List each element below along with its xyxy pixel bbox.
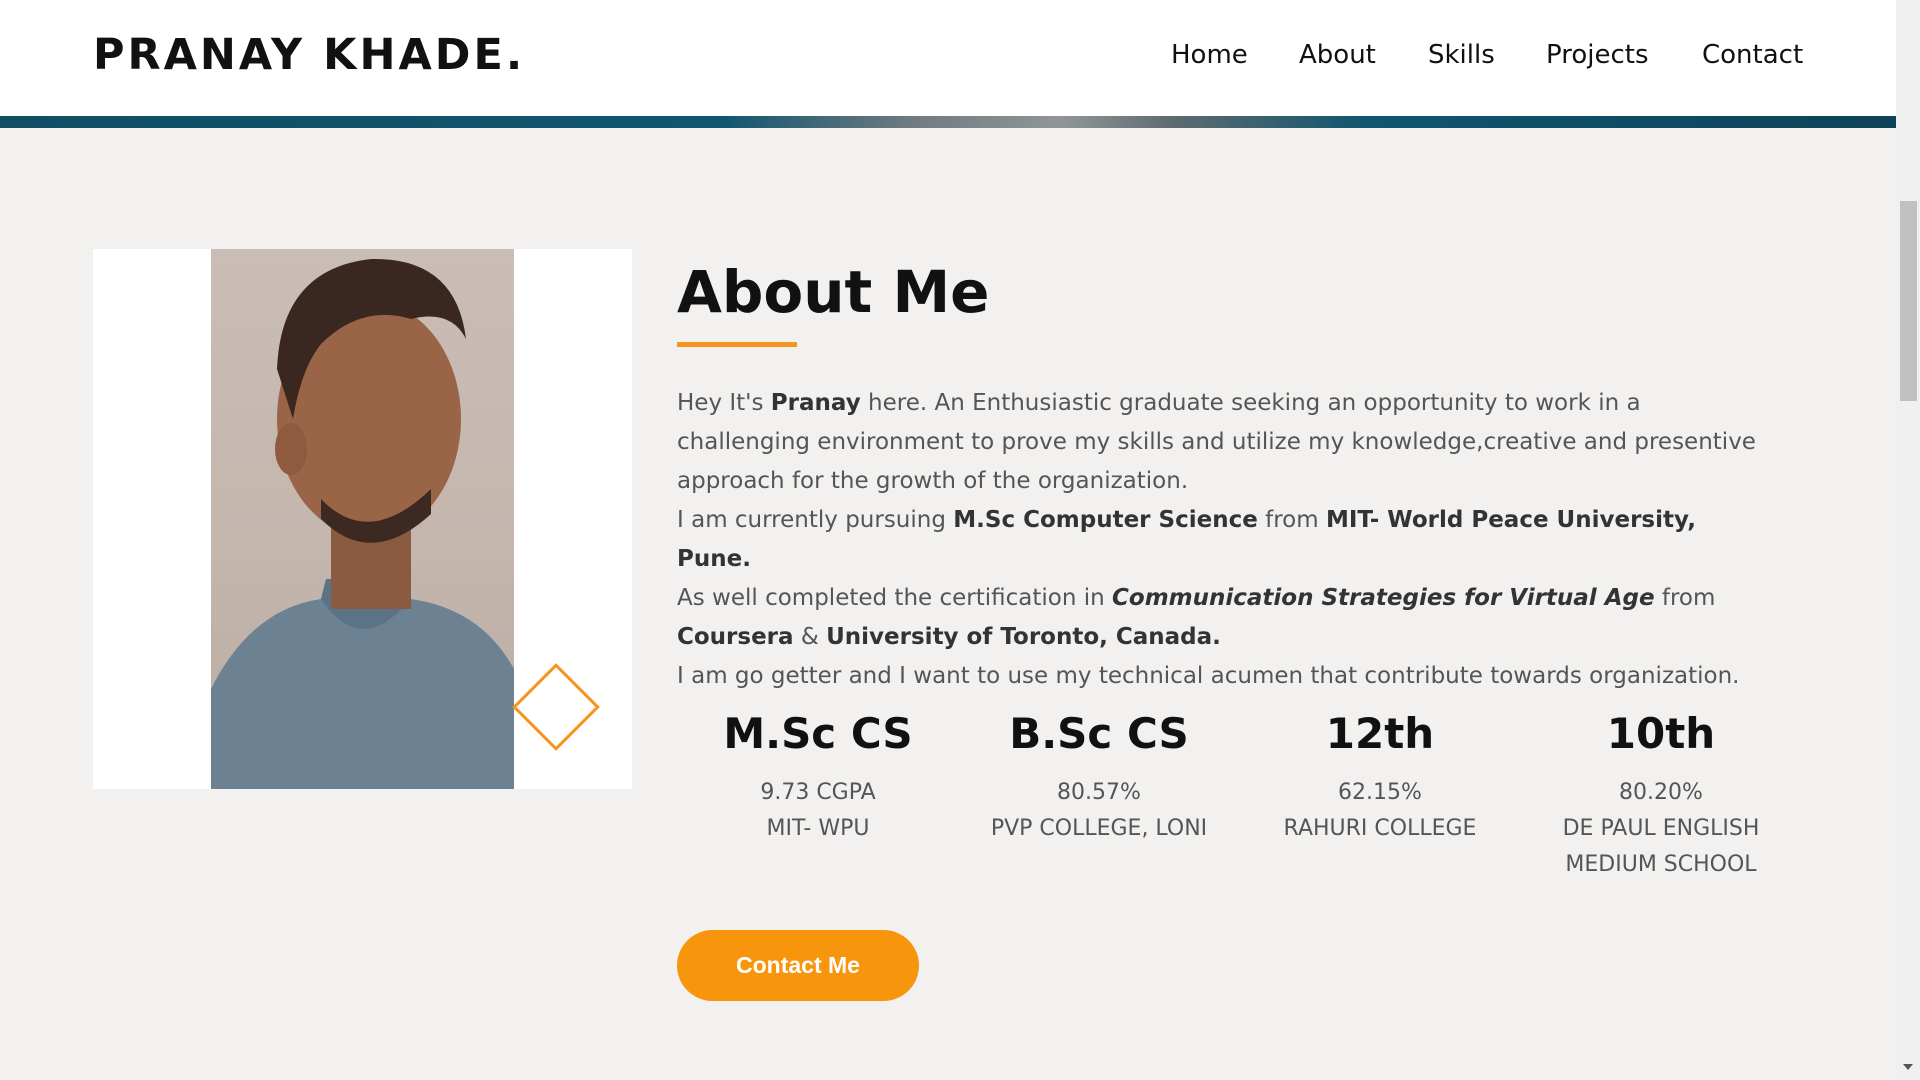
profile-photo xyxy=(211,249,514,789)
stat-10th: 10th 80.20% DE PAUL ENGLISH MEDIUM SCHOO… xyxy=(1531,705,1791,883)
cert-text: As well completed the certification in xyxy=(677,585,1113,611)
site-header: PRANAY KHADE. Home About Skills Projects… xyxy=(0,0,1896,116)
stat-score: 9.73 CGPA xyxy=(760,780,876,805)
stat-bsc: B.Sc CS 80.57% PVP COLLEGE, LONI xyxy=(969,705,1229,847)
cert-from-text: from xyxy=(1654,585,1716,611)
stat-title: B.Sc CS xyxy=(1009,709,1189,758)
stat-score: 80.20% xyxy=(1619,780,1703,805)
course-highlight: Communication Strategies for Virtual Age xyxy=(1112,585,1655,611)
page-title: About Me xyxy=(677,258,990,326)
closing-paragraph: I am go getter and I want to use my tech… xyxy=(677,663,1740,689)
intro-paragraph: Hey It's Pranay here. An Enthusiastic gr… xyxy=(677,384,1777,501)
title-underline xyxy=(677,342,797,347)
stat-score: 80.57% xyxy=(1057,780,1141,805)
stat-title: 12th xyxy=(1325,709,1435,758)
scrollbar-thumb[interactable] xyxy=(1900,201,1917,401)
pursuing-text: I am currently pursuing xyxy=(677,507,954,533)
stat-place: RAHURI COLLEGE xyxy=(1283,816,1477,841)
contact-me-button[interactable]: Contact Me xyxy=(677,930,919,1001)
hero-banner-edge xyxy=(0,116,1896,128)
decorative-diamond-icon xyxy=(512,663,600,751)
stat-12th: 12th 62.15% RAHURI COLLEGE xyxy=(1250,705,1510,847)
intro-text-start: Hey It's xyxy=(677,390,771,416)
nav-contact[interactable]: Contact xyxy=(1702,40,1803,70)
education-paragraph: I am currently pursuing M.Sc Computer Sc… xyxy=(677,501,1777,579)
stat-title: M.Sc CS xyxy=(723,709,913,758)
stat-place: DE PAUL ENGLISH MEDIUM SCHOOL xyxy=(1562,816,1760,877)
certification-paragraph: As well completed the certification in C… xyxy=(677,579,1777,657)
degree-highlight: M.Sc Computer Science xyxy=(953,507,1258,533)
nav-home[interactable]: Home xyxy=(1171,40,1248,70)
cert-uni-highlight: University of Toronto, Canada. xyxy=(826,624,1221,650)
name-highlight: Pranay xyxy=(770,390,861,416)
cert-and-text: & xyxy=(793,624,827,650)
nav-about[interactable]: About xyxy=(1299,40,1376,70)
stat-place: PVP COLLEGE, LONI xyxy=(990,816,1208,841)
nav-projects[interactable]: Projects xyxy=(1546,40,1649,70)
stat-place: MIT- WPU xyxy=(766,816,870,841)
stat-msc: M.Sc CS 9.73 CGPA MIT- WPU xyxy=(688,705,948,847)
nav-skills[interactable]: Skills xyxy=(1428,40,1495,70)
stat-score: 62.15% xyxy=(1338,780,1422,805)
stat-title: 10th xyxy=(1606,709,1716,758)
profile-photo-card xyxy=(93,249,632,789)
site-logo[interactable]: PRANAY KHADE. xyxy=(93,30,525,80)
scroll-down-arrow-icon[interactable] xyxy=(1903,1064,1913,1070)
about-description: Hey It's Pranay here. An Enthusiastic gr… xyxy=(677,384,1777,696)
portrait-illustration xyxy=(211,258,514,789)
from-text: from xyxy=(1257,507,1326,533)
cert-org-highlight: Coursera xyxy=(677,624,794,650)
page-scrollbar[interactable] xyxy=(1896,0,1920,1080)
